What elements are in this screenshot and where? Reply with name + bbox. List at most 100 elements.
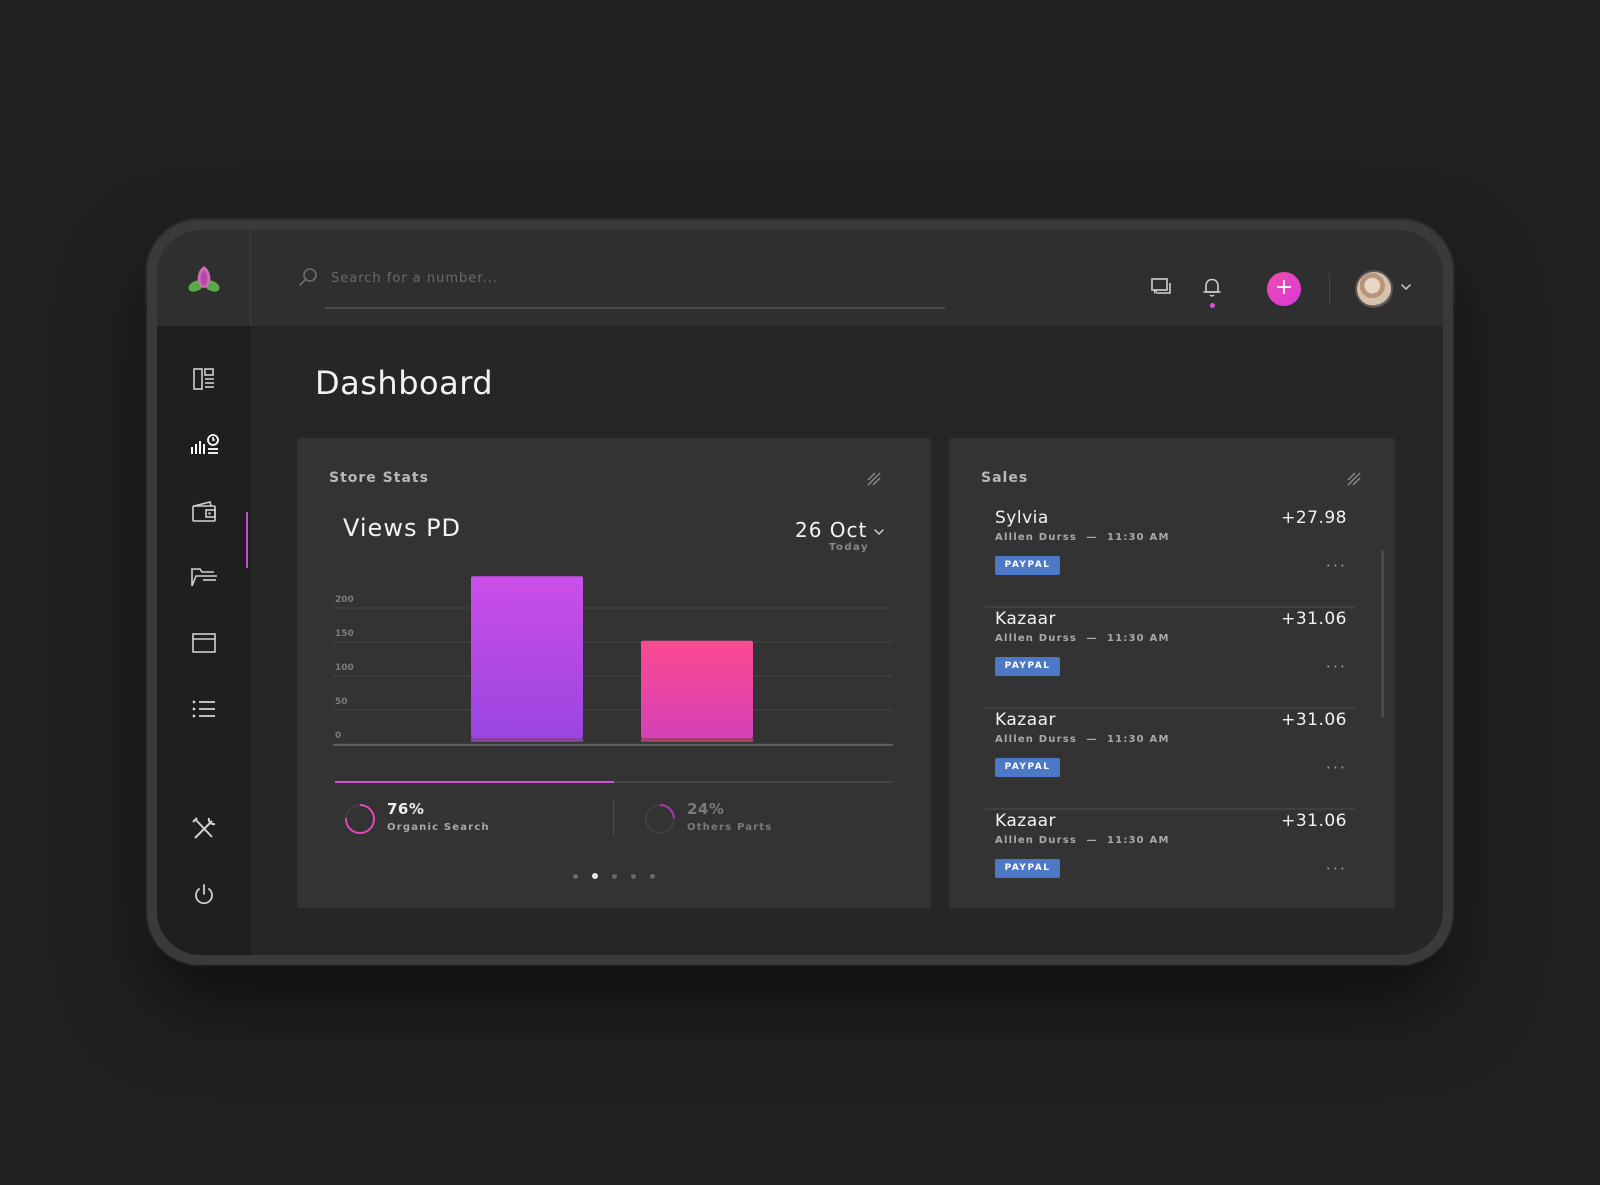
progress-ring-icon — [645, 804, 675, 834]
avatar[interactable] — [1355, 270, 1393, 308]
progress-fill — [335, 781, 614, 783]
sidebar-item-wallet[interactable] — [179, 486, 229, 536]
sidebar-item-window[interactable] — [179, 618, 229, 668]
chevron-down-icon[interactable] — [873, 526, 885, 538]
topbar-divider — [1329, 274, 1330, 304]
analytics-icon — [191, 434, 219, 454]
notification-dot — [1210, 303, 1215, 308]
payment-badge: PAYPAL — [995, 758, 1060, 777]
search-icon — [299, 268, 317, 286]
sale-name: Sylvia — [995, 508, 1049, 528]
device-frame: + — [147, 220, 1453, 965]
chart-bar-base — [471, 738, 583, 742]
progress-ring-icon — [345, 804, 375, 834]
y-tick-label: 0 — [335, 731, 341, 741]
bell-icon[interactable] — [1199, 274, 1225, 300]
logo-cell — [157, 230, 251, 326]
list-icon — [192, 700, 215, 718]
y-tick-label: 200 — [335, 595, 354, 605]
stat-percent: 24% — [687, 800, 725, 818]
more-options-icon[interactable]: ··· — [1326, 758, 1347, 777]
payment-badge: PAYPAL — [995, 657, 1060, 676]
logo-icon[interactable] — [187, 260, 221, 296]
sale-time: 11:30 AM — [1107, 835, 1170, 846]
y-tick-label: 100 — [335, 663, 354, 673]
search-underline — [325, 307, 945, 309]
sidebar-item-folders[interactable] — [179, 552, 229, 602]
chevron-down-icon[interactable] — [1399, 280, 1413, 294]
carousel-pager — [573, 872, 655, 880]
stat-percent: 76% — [387, 800, 425, 818]
sale-time: 11:30 AM — [1107, 734, 1170, 745]
window-icon — [192, 633, 216, 653]
pager-dot[interactable] — [592, 873, 598, 879]
sales-title: Sales — [981, 470, 1029, 486]
sale-meta: Alllen Durss — 11:30 AM — [995, 532, 1170, 543]
store-stats-card: Store Stats Views PD 26 Oct Today 200 15… — [297, 438, 931, 908]
views-title: Views PD — [343, 514, 462, 542]
views-bar-chart: 200 150 100 50 0 — [333, 576, 893, 746]
wallet-icon — [192, 501, 216, 522]
app-screen: + — [157, 230, 1443, 955]
more-options-icon[interactable]: ··· — [1326, 556, 1347, 575]
date-selector[interactable]: 26 Oct — [795, 518, 867, 542]
date-subtitle: Today — [829, 542, 869, 553]
scrollbar[interactable] — [1381, 550, 1384, 718]
sale-item[interactable]: Kazaar +31.06 Alllen Durss — 11:30 AM PA… — [985, 710, 1355, 810]
sale-item[interactable]: Kazaar +31.06 Alllen Durss — 11:30 AM PA… — [985, 609, 1355, 709]
sidebar-item-list[interactable] — [179, 684, 229, 734]
sale-amount: +31.06 — [1281, 609, 1347, 629]
store-stats-title: Store Stats — [329, 470, 429, 486]
sale-name: Kazaar — [995, 609, 1057, 629]
pager-dot[interactable] — [573, 873, 578, 879]
y-tick-label: 50 — [335, 697, 348, 707]
sale-name: Kazaar — [995, 710, 1057, 730]
sale-customer: Alllen Durss — [995, 633, 1078, 644]
sale-customer: Alllen Durss — [995, 532, 1078, 543]
stat-divider — [613, 800, 614, 836]
sale-time: 11:30 AM — [1107, 633, 1170, 644]
pager-dot[interactable] — [612, 873, 617, 879]
stat-label: Organic Search — [387, 822, 490, 833]
sidebar — [157, 326, 251, 955]
chart-bar-base — [641, 738, 753, 742]
sidebar-item-settings[interactable] — [179, 804, 229, 854]
more-options-icon[interactable]: ··· — [1326, 657, 1347, 676]
payment-badge: PAYPAL — [995, 556, 1060, 575]
chat-icon[interactable] — [1149, 274, 1175, 300]
more-options-icon[interactable]: ··· — [1326, 859, 1347, 878]
stat-label: Others Parts — [687, 822, 773, 833]
sidebar-item-dashboard[interactable] — [179, 354, 229, 404]
sales-card: Sales Sylvia +27.98 Alllen Durss — 11:30… — [949, 438, 1395, 908]
chart-bar[interactable] — [641, 640, 753, 738]
sidebar-active-indicator — [246, 512, 248, 568]
power-icon — [195, 884, 213, 905]
sale-time: 11:30 AM — [1107, 532, 1170, 543]
sale-amount: +27.98 — [1281, 508, 1347, 528]
pager-dot[interactable] — [650, 873, 655, 879]
sale-customer: Alllen Durss — [995, 835, 1078, 846]
tools-icon — [192, 817, 216, 839]
sale-meta: Alllen Durss — 11:30 AM — [995, 835, 1170, 846]
sidebar-item-analytics[interactable] — [179, 420, 229, 470]
expand-icon[interactable] — [1345, 470, 1363, 488]
y-tick-label: 150 — [335, 629, 354, 639]
add-button[interactable]: + — [1267, 272, 1301, 306]
page-title: Dashboard — [315, 364, 494, 402]
chart-bar[interactable] — [471, 576, 583, 738]
sale-customer: Alllen Durss — [995, 734, 1078, 745]
sale-item[interactable]: Kazaar +31.06 Alllen Durss — 11:30 AM PA… — [985, 811, 1355, 908]
plus-icon: + — [1274, 275, 1294, 300]
sale-meta: Alllen Durss — 11:30 AM — [995, 633, 1170, 644]
sale-item[interactable]: Sylvia +27.98 Alllen Durss — 11:30 AM PA… — [985, 508, 1355, 608]
top-bar: + — [157, 230, 1443, 326]
progress-track — [335, 781, 893, 783]
pager-dot[interactable] — [631, 873, 636, 879]
main-content: Dashboard Store Stats Views PD 26 Oct To… — [251, 326, 1443, 955]
dashboard-icon — [193, 368, 214, 390]
sale-name: Kazaar — [995, 811, 1057, 831]
search-input[interactable] — [325, 260, 935, 296]
folder-icon — [191, 568, 217, 587]
expand-icon[interactable] — [865, 470, 883, 488]
sidebar-item-logout[interactable] — [179, 870, 229, 920]
